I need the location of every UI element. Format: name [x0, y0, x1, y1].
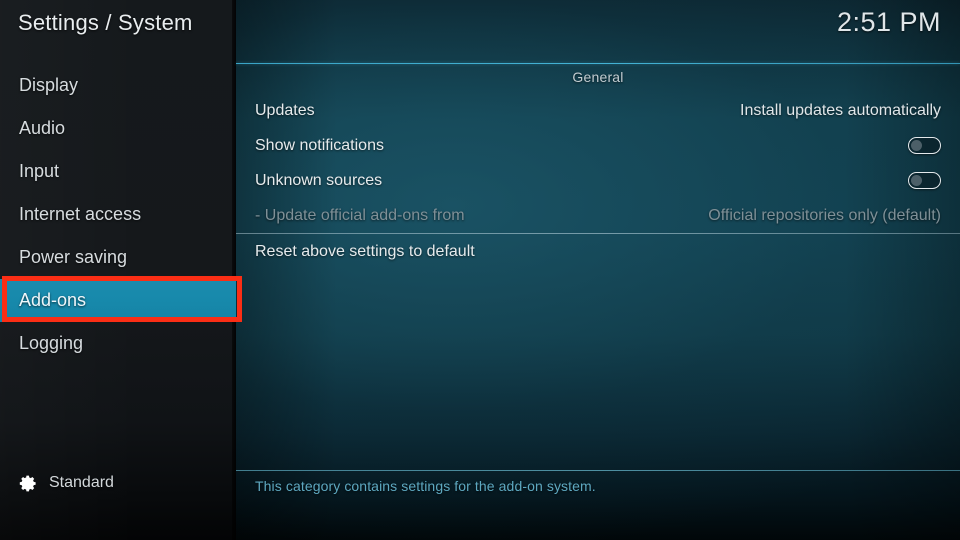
toggle-knob: [910, 174, 922, 186]
sidebar-item-label: Internet access: [19, 204, 142, 224]
clock: 2:51 PM: [836, 7, 941, 37]
category-help-text: This category contains settings for the …: [255, 478, 596, 494]
header-separator: [236, 63, 960, 64]
settings-list: Updates Install updates automatically Sh…: [236, 93, 960, 269]
sidebar-item-input[interactable]: Input: [0, 150, 236, 193]
sidebar-item-label: Audio: [19, 118, 66, 138]
sidebar-item-label: Display: [19, 75, 79, 95]
setting-label: - Update official add-ons from: [255, 206, 465, 224]
setting-row-update-official-addons-from: - Update official add-ons from Official …: [236, 198, 960, 233]
setting-value: Official repositories only (default): [708, 206, 941, 224]
sidebar-item-internet-access[interactable]: Internet access: [0, 193, 236, 236]
sidebar-item-add-ons[interactable]: Add-ons: [0, 279, 236, 322]
gear-icon: [19, 474, 38, 493]
sidebar-item-label: Add-ons: [19, 290, 87, 310]
setting-row-reset-above-settings[interactable]: Reset above settings to default: [236, 234, 960, 269]
toggle-knob: [910, 139, 922, 151]
page-title: Settings / System: [18, 10, 193, 35]
setting-row-show-notifications[interactable]: Show notifications: [236, 128, 960, 163]
setting-row-updates[interactable]: Updates Install updates automatically: [236, 93, 960, 128]
setting-label: Reset above settings to default: [255, 242, 475, 260]
setting-label: Updates: [255, 101, 315, 119]
footer-separator: [236, 470, 960, 471]
setting-row-unknown-sources[interactable]: Unknown sources: [236, 163, 960, 198]
unknown-sources-toggle[interactable]: [908, 172, 941, 189]
settings-level-indicator[interactable]: Standard: [19, 470, 114, 496]
settings-level-label: Standard: [49, 474, 114, 491]
kodi-settings-screen: Settings / System 2:51 PM Display Audio …: [0, 0, 960, 540]
show-notifications-toggle[interactable]: [908, 137, 941, 154]
setting-label: Show notifications: [255, 136, 384, 154]
sidebar-item-label: Logging: [19, 333, 84, 353]
title-bar: Settings / System 2:51 PM: [0, 0, 960, 64]
setting-value: Install updates automatically: [740, 101, 941, 119]
sidebar-item-power-saving[interactable]: Power saving: [0, 236, 236, 279]
settings-category-menu: Display Audio Input Internet access Powe…: [0, 64, 236, 365]
setting-label: Unknown sources: [255, 171, 383, 189]
sidebar-item-label: Power saving: [19, 247, 128, 267]
sidebar-item-label: Input: [19, 161, 60, 181]
sidebar-item-audio[interactable]: Audio: [0, 107, 236, 150]
settings-group-header: General: [572, 69, 624, 85]
sidebar-item-logging[interactable]: Logging: [0, 322, 236, 365]
sidebar-item-display[interactable]: Display: [0, 64, 236, 107]
